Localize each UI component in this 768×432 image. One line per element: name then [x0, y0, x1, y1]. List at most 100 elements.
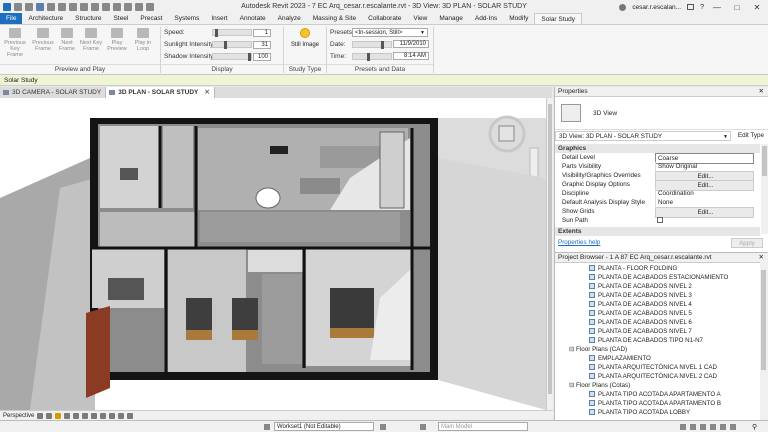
scrollbar-thumb[interactable]: [548, 104, 552, 394]
property-row-discipline[interactable]: Discipline Coordination: [555, 189, 760, 198]
crop-icon[interactable]: [91, 412, 98, 419]
text-icon[interactable]: [124, 3, 132, 11]
sunlight-slider-thumb[interactable]: [224, 41, 227, 49]
3d-view-icon[interactable]: [135, 3, 143, 11]
properties-help-link[interactable]: Properties help: [558, 239, 600, 246]
date-slider-thumb[interactable]: [381, 41, 384, 49]
close-icon[interactable]: ✕: [759, 87, 764, 97]
next-frame-button[interactable]: Next Frame: [54, 28, 80, 52]
close-tab-icon[interactable]: ✕: [204, 89, 209, 96]
apply-button[interactable]: Apply: [731, 238, 763, 248]
filter-icon[interactable]: ⚲: [752, 423, 757, 431]
reveal-icon[interactable]: [118, 412, 125, 419]
detail-level-icon[interactable]: [37, 412, 44, 419]
edit-type-button[interactable]: Edit Type: [733, 131, 768, 141]
browser-item[interactable]: PLANTA DE ACABADOS NIVEL 5: [589, 309, 692, 318]
previous-frame-button[interactable]: Previous Frame: [30, 28, 56, 52]
print-icon[interactable]: [80, 3, 88, 11]
property-row-visibility-graphics[interactable]: Visibility/Graphics Overrides Edit...: [555, 171, 760, 182]
browser-item[interactable]: PLANTA DE ACABADOS ESTACIONAMIENTO: [589, 273, 728, 282]
maximize-button[interactable]: □: [730, 3, 744, 12]
revit-logo-icon[interactable]: [3, 3, 11, 11]
visual-style-icon[interactable]: [46, 412, 53, 419]
home-icon[interactable]: [14, 3, 22, 11]
shadow-intensity-value[interactable]: 100: [253, 53, 271, 61]
scrollbar-thumb[interactable]: [762, 146, 767, 176]
tab-view[interactable]: View: [407, 13, 433, 24]
tab-systems[interactable]: Systems: [168, 13, 205, 24]
properties-scrollbar[interactable]: [761, 144, 768, 234]
editable-only-icon[interactable]: [380, 424, 386, 430]
time-slider[interactable]: [352, 53, 392, 61]
section-graphics[interactable]: Graphics: [555, 144, 760, 153]
property-value[interactable]: Coordination: [655, 189, 754, 198]
tab-insert[interactable]: Insert: [205, 13, 233, 24]
instance-selector[interactable]: 3D View: 3D PLAN - SOLAR STUDY ▼: [555, 131, 731, 141]
sync-icon[interactable]: [47, 3, 55, 11]
browser-item[interactable]: PLANTA TIPO ACOTADA APARTAMENTO B: [589, 399, 721, 408]
lock-icon[interactable]: [82, 412, 89, 419]
browser-item[interactable]: PLANTA DE ACABADOS NIVEL 2: [589, 282, 692, 291]
viewport-scrollbar[interactable]: [546, 98, 553, 410]
shadow-slider-thumb[interactable]: [248, 53, 251, 61]
sun-path-checkbox[interactable]: [657, 217, 663, 224]
tab-architecture[interactable]: Architecture: [22, 13, 69, 24]
speed-value[interactable]: 1: [253, 29, 271, 37]
tab-precast[interactable]: Precast: [134, 13, 168, 24]
play-in-loop-button[interactable]: Play in Loop: [130, 28, 156, 52]
browser-scrollbar[interactable]: [760, 262, 768, 420]
scrollbar-thumb[interactable]: [761, 270, 766, 370]
browser-category-floor-plans-cad[interactable]: ⊟ Floor Plans (CAD): [569, 345, 627, 354]
browser-item[interactable]: PLANTA TIPO ACOTADA APARTAMENTO A: [589, 390, 721, 399]
tab-structure[interactable]: Structure: [69, 13, 107, 24]
property-row-detail-level[interactable]: Detail Level Coarse: [555, 153, 760, 164]
sunlight-intensity-slider[interactable]: [212, 41, 252, 49]
viewcube-icon[interactable]: [498, 125, 515, 142]
browser-item[interactable]: EMPLAZAMIENTO: [589, 354, 651, 363]
browser-item[interactable]: PLANTA - FLOOR FOLDING: [589, 264, 677, 273]
speed-slider[interactable]: [212, 29, 252, 37]
view-scale[interactable]: Perspective: [3, 413, 34, 419]
browser-item[interactable]: PLANTA ARQUITECTÓNICA NIVEL 2 CAD: [589, 372, 717, 381]
shadows-icon[interactable]: [64, 412, 71, 419]
close-button[interactable]: ✕: [750, 3, 764, 12]
undo-icon[interactable]: [58, 3, 66, 11]
tab-massing-site[interactable]: Massing & Site: [307, 13, 362, 24]
user-icon[interactable]: [619, 3, 627, 11]
still-image-button[interactable]: Still Image: [287, 28, 323, 48]
browser-category-floor-plans-cotas[interactable]: ⊟ Floor Plans (Cotas): [569, 381, 630, 390]
worksets-icon[interactable]: [264, 424, 270, 430]
property-value[interactable]: Show Original: [655, 162, 754, 171]
date-slider[interactable]: [352, 41, 392, 49]
section-icon[interactable]: [146, 3, 154, 11]
property-value[interactable]: [655, 216, 754, 225]
browser-item[interactable]: PLANTA TIPO ACOTADA LOBBY: [589, 408, 690, 417]
dimension-icon[interactable]: [102, 3, 110, 11]
tab-file[interactable]: File: [0, 13, 23, 24]
tab-manage[interactable]: Manage: [433, 13, 469, 24]
property-row-sun-path[interactable]: Sun Path: [555, 216, 760, 225]
previous-key-frame-button[interactable]: Previous Key Frame: [2, 28, 28, 58]
tab-analyze[interactable]: Analyze: [272, 13, 307, 24]
3d-viewport[interactable]: [0, 98, 546, 410]
play-preview-button[interactable]: Play Preview: [104, 28, 130, 52]
browser-item[interactable]: PLANTA DE ACABADOS NIVEL 6: [589, 318, 692, 327]
property-row-graphic-display[interactable]: Graphic Display Options Edit...: [555, 180, 760, 191]
minimize-button[interactable]: —: [710, 3, 724, 12]
analytical-icon[interactable]: [127, 412, 134, 419]
section-extents[interactable]: Extents: [555, 227, 760, 236]
measure-icon[interactable]: [91, 3, 99, 11]
browser-item[interactable]: PLANTA DE ACABADOS NIVEL 4: [589, 300, 692, 309]
save-icon[interactable]: [36, 3, 44, 11]
next-key-frame-button[interactable]: Next Key Frame: [78, 28, 104, 52]
sunlight-intensity-value[interactable]: 31: [253, 41, 271, 49]
collapse-icon[interactable]: ⊟: [569, 345, 576, 354]
help-icon[interactable]: ?: [700, 4, 704, 11]
tag-icon[interactable]: [113, 3, 121, 11]
tab-annotate[interactable]: Annotate: [234, 13, 272, 24]
design-option-dropdown[interactable]: Main Model: [438, 422, 528, 431]
redo-icon[interactable]: [69, 3, 77, 11]
time-slider-thumb[interactable]: [367, 53, 370, 61]
render-icon[interactable]: [73, 412, 80, 419]
tab-collaborate[interactable]: Collaborate: [362, 13, 407, 24]
